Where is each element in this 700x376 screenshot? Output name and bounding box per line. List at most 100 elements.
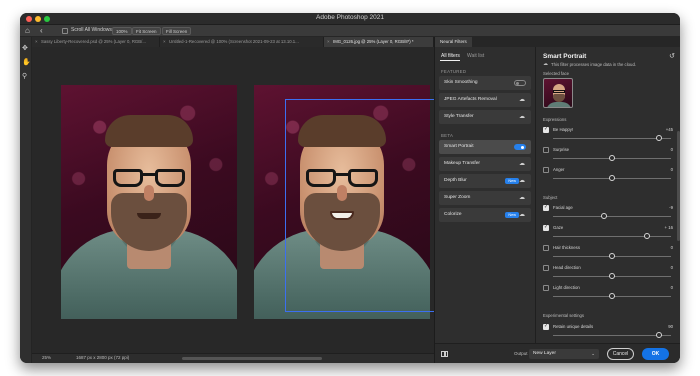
param-facial-age: Facial age -9 [537, 204, 680, 224]
selected-face-thumbnail[interactable] [543, 78, 573, 108]
close-tab-icon[interactable]: × [35, 37, 38, 47]
cloud-download-icon[interactable]: ☁ [519, 160, 525, 167]
panel-footer: Output New Layer ⌄ Cancel OK [435, 343, 680, 363]
param-label: Surprise [553, 147, 570, 152]
cloud-download-icon[interactable]: ☁ [519, 211, 525, 218]
close-tab-icon[interactable]: × [327, 37, 330, 47]
param-hair-thickness: Hair thickness 0 [537, 244, 680, 264]
hand-tool-icon[interactable]: ✋ [22, 59, 31, 67]
param-value[interactable]: 0 [671, 245, 673, 250]
param-value[interactable]: 0 [671, 147, 673, 152]
zoom-level[interactable]: 25% [42, 355, 51, 360]
param-value[interactable]: + 16 [665, 225, 673, 230]
param-slider-thumb[interactable] [609, 293, 615, 299]
param-gaze: Gaze + 16 [537, 224, 680, 244]
param-value[interactable]: +45 [666, 127, 673, 132]
param-slider-track[interactable] [553, 138, 671, 139]
cloud-icon: ☁ [543, 61, 548, 67]
filter-depth-blur[interactable]: Depth Blur New ☁ [439, 174, 531, 188]
filter-toggle[interactable] [514, 144, 526, 150]
filter-super-zoom[interactable]: Super Zoom ☁ [439, 191, 531, 205]
param-checkbox[interactable] [543, 147, 549, 153]
param-slider-track[interactable] [553, 335, 671, 336]
hand-tool-icon[interactable]: ‹ [40, 26, 43, 35]
tool-strip: ✥ ✋ ⚲ [20, 37, 32, 363]
param-value[interactable]: 0 [671, 167, 673, 172]
filter-jpeg-artefacts-removal[interactable]: JPEG Artefacts Removal ☁ [439, 93, 531, 107]
param-checkbox[interactable] [543, 126, 549, 133]
output-select[interactable]: New Layer ⌄ [529, 349, 599, 359]
document-tab-label: Untitled-1-Recovered @ 100% (Screenshot … [169, 39, 299, 44]
param-checkbox[interactable] [543, 204, 549, 211]
close-tab-icon[interactable]: × [163, 37, 166, 47]
param-head-direction: Head direction 0 [537, 264, 680, 284]
move-tool-icon[interactable]: ✥ [22, 45, 28, 53]
document-info[interactable]: 1687 px x 2800 px (72 ppi) [76, 355, 129, 360]
param-label: Light direction [553, 285, 580, 290]
reset-icon[interactable]: ↺ [669, 52, 675, 60]
filter-style-transfer[interactable]: Style Transfer ☁ [439, 110, 531, 124]
param-slider-thumb[interactable] [644, 233, 651, 239]
canvas-area[interactable] [32, 47, 435, 353]
filter-makeup-transfer[interactable]: Makeup Transfer ☁ [439, 157, 531, 171]
document-tab[interactable]: × Sassy Liberty-Recovered.psd @ 25% (Lay… [32, 37, 160, 47]
title-bar: Adobe Photoshop 2021 [20, 13, 680, 25]
cloud-download-icon[interactable]: ☁ [519, 96, 525, 103]
param-slider-thumb[interactable] [609, 155, 615, 161]
param-retain-unique-details: Retain unique details 90 [537, 323, 680, 343]
param-checkbox[interactable] [543, 265, 549, 271]
filter-colorize[interactable]: Colorize New ☁ [439, 208, 531, 222]
scroll-all-windows-checkbox[interactable] [62, 28, 68, 34]
subject-section-label: Subject [543, 195, 558, 200]
param-label: Facial age [553, 205, 573, 210]
compare-icon[interactable] [441, 351, 448, 357]
filter-smart-portrait[interactable]: Smart Portrait [439, 140, 531, 154]
param-slider-thumb[interactable] [609, 253, 615, 259]
cloud-download-icon[interactable]: ☁ [519, 177, 525, 184]
cloud-download-icon[interactable]: ☁ [519, 113, 525, 120]
tab-neural-filters[interactable]: Neural Filters [435, 37, 472, 47]
filter-toggle[interactable] [514, 80, 526, 86]
param-checkbox[interactable] [543, 285, 549, 291]
param-slider-thumb[interactable] [656, 332, 663, 338]
param-slider-thumb[interactable] [609, 175, 615, 181]
param-value[interactable]: -9 [669, 205, 673, 210]
zoom-100-button[interactable]: 100% [112, 27, 132, 35]
tab-wait-list[interactable]: Wait list [467, 53, 484, 59]
param-slider-thumb[interactable] [656, 135, 663, 141]
face-selection-box[interactable] [285, 99, 435, 312]
horizontal-scrollbar[interactable] [182, 357, 322, 360]
fit-screen-button[interactable]: Fit Screen [132, 27, 161, 35]
param-slider-track[interactable] [553, 216, 671, 217]
param-checkbox[interactable] [543, 224, 549, 231]
param-value[interactable]: 0 [671, 265, 673, 270]
param-value[interactable]: 90 [668, 324, 673, 329]
param-label: Anger [553, 167, 565, 172]
document-tab-active[interactable]: × IMG_0126.jpg @ 25% (Layer 0, RGB/8*) * [324, 37, 434, 47]
filter-skin-smoothing[interactable]: Skin Smoothing [439, 76, 531, 90]
param-checkbox[interactable] [543, 245, 549, 251]
param-slider-thumb[interactable] [609, 273, 615, 279]
param-slider-track[interactable] [553, 236, 671, 237]
document-tab[interactable]: × Untitled-1-Recovered @ 100% (Screensho… [160, 37, 324, 47]
expressions-section-label: Expressions [543, 117, 567, 122]
cancel-button[interactable]: Cancel [607, 348, 634, 360]
param-light-direction: Light direction 0 [537, 284, 680, 304]
neural-filters-panel: Neural Filters All filters Wait list FEA… [434, 37, 680, 363]
param-value[interactable]: 0 [671, 285, 673, 290]
zoom-tool-icon[interactable]: ⚲ [22, 73, 27, 81]
ok-button[interactable]: OK [642, 348, 669, 360]
fill-screen-button[interactable]: Fill Screen [162, 27, 192, 35]
param-label: Head direction [553, 265, 581, 270]
param-checkbox[interactable] [543, 167, 549, 173]
filter-label: Style Transfer [444, 114, 474, 119]
cloud-download-icon[interactable]: ☁ [519, 194, 525, 201]
settings-scrollbar[interactable] [677, 131, 680, 241]
param-label: Gaze [553, 225, 564, 230]
param-slider-thumb[interactable] [600, 213, 607, 219]
filter-label: Smart Portrait [444, 144, 474, 149]
options-bar: ⌂ ‹ Scroll All Windows 100% Fit Screen F… [20, 25, 680, 37]
tab-all-filters[interactable]: All filters [441, 53, 460, 59]
param-checkbox[interactable] [543, 323, 549, 330]
home-icon[interactable]: ⌂ [25, 26, 30, 35]
